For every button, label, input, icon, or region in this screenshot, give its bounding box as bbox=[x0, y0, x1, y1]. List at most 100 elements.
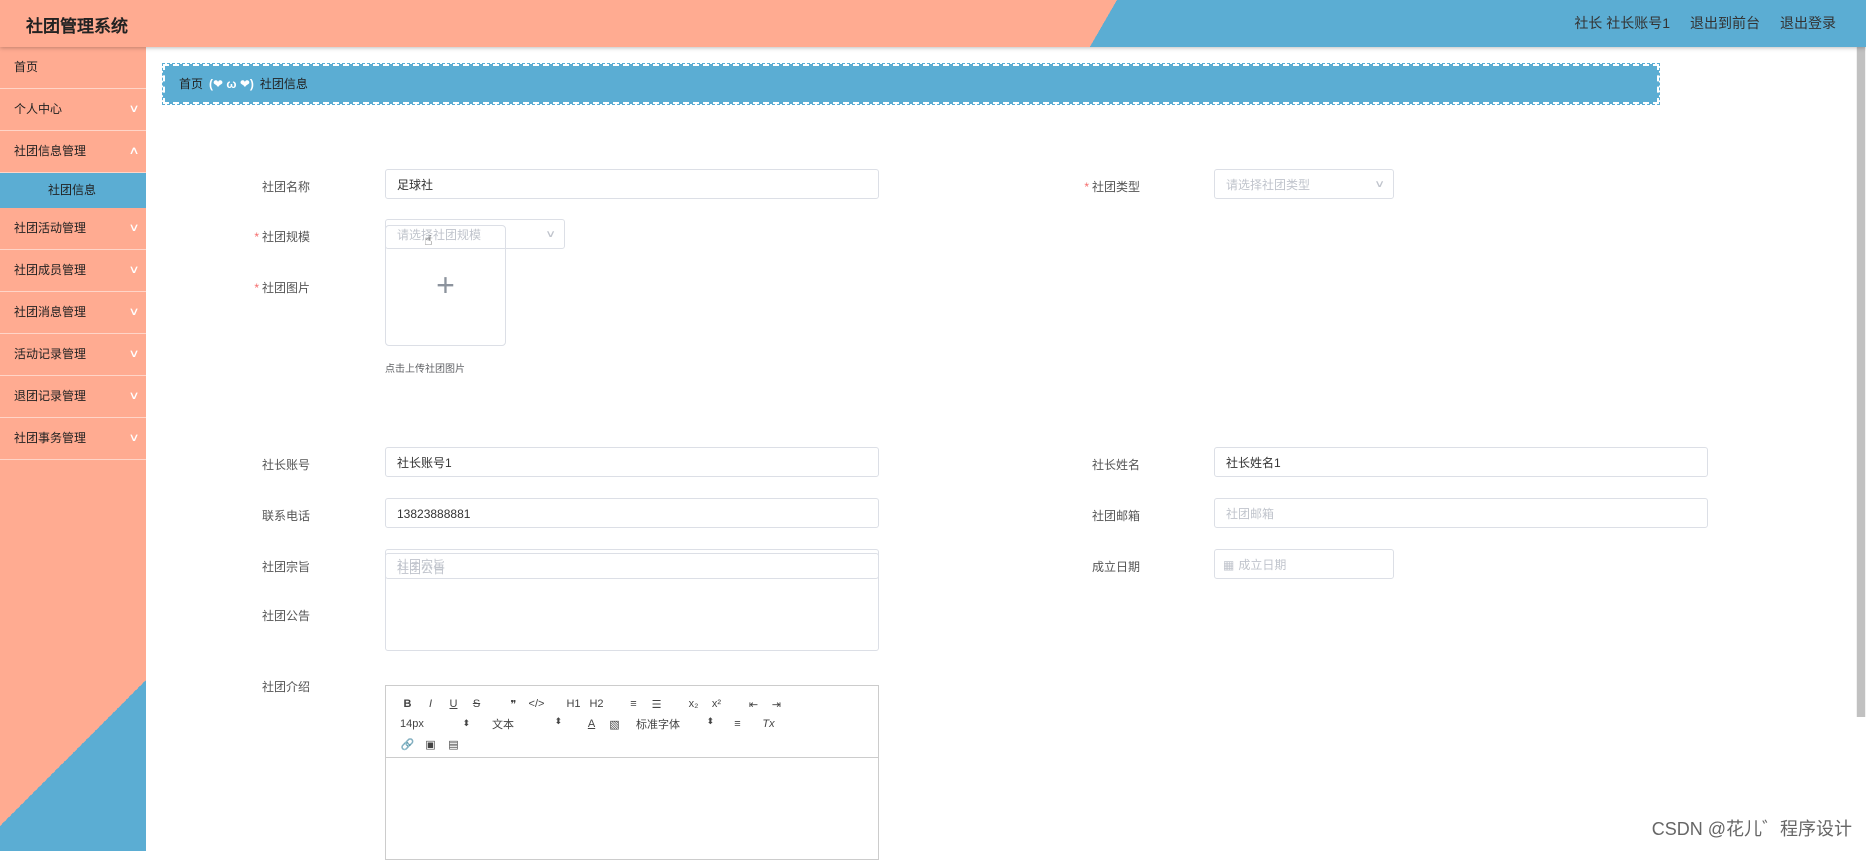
page-scrollbar[interactable] bbox=[1856, 47, 1866, 717]
club-type-label: * 社团类型 bbox=[1084, 180, 1140, 194]
sidebar-item-label: 社团活动管理 bbox=[14, 221, 87, 235]
sidebar-item-label: 社团成员管理 bbox=[14, 263, 87, 277]
header-actions: 社长 社长账号1 退出到前台 退出登录 bbox=[1574, 13, 1836, 33]
chevron-up-icon: ∧ bbox=[128, 145, 140, 157]
video-icon[interactable]: ▤ bbox=[442, 738, 465, 751]
club-type-select[interactable]: 请选择社团类型 ∨ bbox=[1214, 169, 1394, 199]
link-icon[interactable]: 🔗 bbox=[396, 738, 419, 751]
sidebar-item-club-activity[interactable]: 社团活动管理 ∨ bbox=[0, 208, 146, 250]
chevron-down-icon: ∨ bbox=[128, 390, 140, 402]
app-title: 社团管理系统 bbox=[26, 17, 128, 36]
code-block-button[interactable]: </> bbox=[525, 698, 548, 710]
image-icon[interactable]: ▣ bbox=[419, 738, 442, 751]
select-arrows-icon: ⬍ bbox=[706, 716, 714, 726]
chevron-down-icon: ∨ bbox=[128, 264, 140, 276]
club-name-input[interactable]: 足球社 bbox=[385, 169, 879, 199]
sidebar-item-club-affairs[interactable]: 社团事务管理 ∨ bbox=[0, 418, 146, 460]
chevron-down-icon: ∨ bbox=[128, 222, 140, 234]
chevron-down-icon: ∨ bbox=[128, 348, 140, 360]
phone-label: 联系电话 bbox=[261, 509, 310, 523]
club-scale-label-text: 社团规模 bbox=[261, 230, 310, 244]
club-image-label-text: 社团图片 bbox=[261, 281, 310, 295]
align-icon[interactable]: ≡ bbox=[726, 718, 749, 730]
sidebar-item-home[interactable]: 首页 bbox=[0, 47, 146, 89]
sidebar-item-club-info-management[interactable]: 社团信息管理 ∧ bbox=[0, 131, 146, 173]
email-label: 社团邮箱 bbox=[1091, 509, 1140, 523]
toolbar-row: B I U S ❞ </> H1 H2 ≡ ☰ x₂ x² ⇤ ⇥ bbox=[396, 694, 868, 714]
notice-textarea[interactable]: 社团公告 bbox=[385, 553, 879, 651]
sidebar-item-label: 首页 bbox=[14, 60, 39, 74]
background-color-icon[interactable]: ▧ bbox=[603, 718, 626, 731]
sidebar-item-label: 退团记录管理 bbox=[14, 389, 87, 403]
sidebar-item-withdraw-records[interactable]: 退团记录管理 ∨ bbox=[0, 376, 146, 418]
club-name-label: 社团名称 bbox=[261, 180, 310, 194]
outdent-button[interactable]: ⇤ bbox=[742, 698, 765, 711]
back-to-front-link[interactable]: 退出到前台 bbox=[1690, 13, 1760, 33]
chevron-down-icon: ∨ bbox=[1373, 179, 1385, 190]
indent-button[interactable]: ⇥ bbox=[765, 698, 788, 711]
plus-icon: + bbox=[436, 267, 455, 303]
logout-link[interactable]: 退出登录 bbox=[1780, 13, 1836, 33]
bullet-list-button[interactable]: ☰ bbox=[645, 698, 668, 711]
leader-account-label: 社长账号 bbox=[261, 458, 310, 472]
breadcrumb-separator: (❤ ω ❤) bbox=[209, 77, 254, 91]
leader-name-label: 社长姓名 bbox=[1091, 458, 1140, 472]
subscript-button[interactable]: x₂ bbox=[682, 698, 705, 710]
purpose-label: 社团宗旨 bbox=[261, 560, 310, 574]
chevron-down-icon: ∨ bbox=[544, 229, 556, 240]
strike-button[interactable]: S bbox=[465, 698, 488, 710]
founded-date-picker[interactable]: ▦ 成立日期 bbox=[1214, 549, 1394, 579]
leader-name-input[interactable]: 社长姓名1 bbox=[1214, 447, 1708, 477]
chevron-down-icon: ∨ bbox=[128, 306, 140, 318]
editor-content-area[interactable] bbox=[386, 758, 878, 858]
calendar-icon: ▦ bbox=[1223, 558, 1235, 572]
user-label: 社长 社长账号1 bbox=[1574, 15, 1670, 31]
phone-input[interactable]: 13823888881 bbox=[385, 498, 879, 528]
sidebar-item-personal-center[interactable]: 个人中心 ∨ bbox=[0, 89, 146, 131]
club-image-label: * 社团图片 bbox=[254, 281, 310, 295]
italic-button[interactable]: I bbox=[419, 698, 442, 710]
superscript-button[interactable]: x² bbox=[705, 698, 728, 710]
sidebar-item-label: 社团事务管理 bbox=[14, 431, 87, 445]
editor-toolbar: B I U S ❞ </> H1 H2 ≡ ☰ x₂ x² ⇤ ⇥ 14px ⬍… bbox=[386, 686, 878, 758]
font-size-select[interactable]: 14px ⬍ bbox=[400, 718, 470, 730]
rich-text-editor: B I U S ❞ </> H1 H2 ≡ ☰ x₂ x² ⇤ ⇥ 14px ⬍… bbox=[385, 685, 879, 860]
blockquote-button[interactable]: ❞ bbox=[502, 698, 525, 711]
font-color-icon[interactable]: A bbox=[580, 718, 603, 730]
intro-label: 社团介绍 bbox=[261, 680, 310, 694]
main-content: 首页 (❤ ω ❤) 社团信息 社团名称 足球社 * 社团类型 请选择社团类型 ∨ * 社… bbox=[146, 47, 1866, 860]
sidebar-item-label: 社团消息管理 bbox=[14, 305, 87, 319]
sidebar-subitem-club-info[interactable]: 社团信息 bbox=[0, 173, 146, 208]
sidebar-item-label: 活动记录管理 bbox=[14, 347, 87, 361]
header2-button[interactable]: H2 bbox=[585, 698, 608, 710]
sidebar-item-club-members[interactable]: 社团成员管理 ∨ bbox=[0, 250, 146, 292]
toolbar-row: 🔗 ▣ ▤ bbox=[396, 734, 868, 754]
select-arrows-icon: ⬍ bbox=[554, 716, 562, 726]
founded-date-label: 成立日期 bbox=[1091, 560, 1140, 574]
sidebar-item-label: 社团信息管理 bbox=[14, 144, 87, 158]
club-scale-label: * 社团规模 bbox=[254, 230, 310, 244]
breadcrumb-current: 社团信息 bbox=[259, 77, 308, 91]
select-arrows-icon: ⬍ bbox=[462, 718, 470, 728]
watermark: CSDN @花儿゛程序设计 bbox=[1651, 819, 1852, 839]
sidebar-item-label: 个人中心 bbox=[14, 102, 63, 116]
image-upload-box[interactable]: + bbox=[385, 225, 506, 346]
scrollbar-thumb[interactable] bbox=[1857, 47, 1865, 717]
ordered-list-button[interactable]: ≡ bbox=[622, 698, 645, 710]
clear-format-icon[interactable]: Tx bbox=[757, 718, 780, 730]
upload-tip: 点击上传社团图片 bbox=[385, 364, 465, 375]
underline-button[interactable]: U bbox=[442, 698, 465, 710]
leader-account-input[interactable]: 社长账号1 bbox=[385, 447, 879, 477]
breadcrumb: 首页 (❤ ω ❤) 社团信息 bbox=[162, 63, 1660, 105]
font-family-select[interactable]: 标准字体 ⬍ bbox=[636, 716, 714, 732]
toolbar-row: 14px ⬍ 文本 ⬍ A ▧ 标准字体 ⬍ ≡ Tx bbox=[396, 714, 868, 734]
sidebar-item-activity-records[interactable]: 活动记录管理 ∨ bbox=[0, 334, 146, 376]
email-input[interactable]: 社团邮箱 bbox=[1214, 498, 1708, 528]
header1-button[interactable]: H1 bbox=[562, 698, 585, 710]
sidebar-item-club-messages[interactable]: 社团消息管理 ∨ bbox=[0, 292, 146, 334]
breadcrumb-home[interactable]: 首页 bbox=[179, 77, 203, 91]
bold-button[interactable]: B bbox=[396, 698, 419, 710]
chevron-down-icon: ∨ bbox=[128, 432, 140, 444]
notice-label: 社团公告 bbox=[261, 609, 310, 623]
text-style-select[interactable]: 文本 ⬍ bbox=[492, 716, 562, 732]
